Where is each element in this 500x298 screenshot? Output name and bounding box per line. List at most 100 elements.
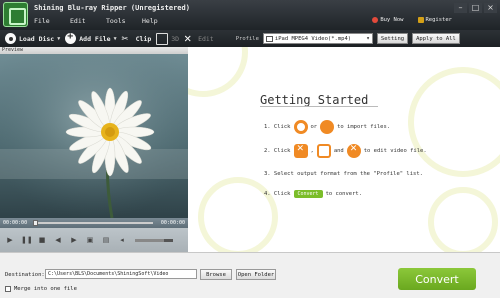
minimize-button[interactable]: – bbox=[454, 3, 467, 13]
merge-option[interactable]: Merge into one file bbox=[5, 286, 77, 292]
step-4-prefix: 4. Click bbox=[264, 191, 291, 197]
cart-icon bbox=[372, 17, 379, 23]
getting-started-title: Getting Started bbox=[260, 93, 369, 107]
menu-edit[interactable]: Edit bbox=[70, 17, 106, 25]
seek-handle[interactable] bbox=[33, 220, 38, 226]
step-3-text: 3. Select output format from the "Profil… bbox=[264, 171, 423, 177]
decorative-circle bbox=[408, 67, 500, 177]
app-logo-icon bbox=[3, 2, 28, 27]
clip-icon[interactable] bbox=[293, 144, 308, 158]
browse-button[interactable]: Browse bbox=[200, 269, 232, 280]
step-3: 3. Select output format from the "Profil… bbox=[264, 171, 423, 177]
edit-button[interactable]: ✕ Edit bbox=[184, 31, 214, 47]
step-2-prefix: 2. Click bbox=[264, 148, 291, 154]
menu-bar: File Edit Tools Help bbox=[34, 17, 178, 25]
folder-icon[interactable]: ▤ bbox=[101, 236, 111, 244]
3d-button[interactable]: 3D bbox=[156, 31, 179, 47]
clip-label: Clip bbox=[135, 34, 152, 43]
divider bbox=[260, 106, 378, 107]
step-2-sep: , bbox=[310, 148, 314, 154]
window-title: Shining Blu-ray Ripper (Unregistered) bbox=[34, 4, 190, 12]
top-links: Buy Now Register bbox=[372, 17, 452, 23]
title-bar: Shining Blu-ray Ripper (Unregistered) Fi… bbox=[0, 0, 500, 30]
current-time: 00:00:00 bbox=[3, 220, 28, 226]
load-disc-icon[interactable] bbox=[293, 120, 308, 134]
step-1-or: or bbox=[310, 124, 318, 130]
cube-icon bbox=[156, 32, 169, 45]
add-file-icon bbox=[65, 31, 77, 44]
decorative-circle bbox=[428, 187, 498, 252]
convert-chip[interactable]: Convert bbox=[293, 190, 323, 198]
toolbar: Load Disc ▼ Add File ▼ ✂ Clip 3D ✕ Edit … bbox=[0, 30, 500, 47]
convert-button[interactable]: Convert bbox=[398, 268, 476, 290]
add-file-button[interactable]: Add File ▼ bbox=[65, 31, 117, 47]
volume-fill bbox=[135, 238, 164, 242]
step-2: 2. Click , and to edit video file. bbox=[264, 144, 427, 158]
disc-icon bbox=[5, 33, 16, 44]
edit-icon[interactable] bbox=[346, 144, 361, 158]
scissors-icon: ✂ bbox=[121, 32, 129, 45]
apply-to-all-button[interactable]: Apply to All bbox=[412, 33, 460, 44]
wrench-icon: ✕ bbox=[184, 31, 192, 45]
step-back-icon[interactable]: ◀ bbox=[53, 236, 63, 244]
buy-now-link[interactable]: Buy Now bbox=[372, 17, 404, 23]
step-2-and: and bbox=[333, 148, 344, 154]
step-4-suffix: to convert. bbox=[325, 191, 363, 197]
profile-label: Profile bbox=[235, 35, 259, 42]
volume-slider[interactable] bbox=[135, 238, 173, 242]
daisy-image bbox=[0, 54, 188, 219]
chevron-down-icon: ▾ bbox=[366, 35, 370, 42]
buy-now-label: Buy Now bbox=[380, 17, 404, 23]
decorative-circle bbox=[188, 47, 248, 97]
maximize-button[interactable]: □ bbox=[469, 3, 482, 13]
destination-input[interactable]: C:\Users\BLS\Documents\ShiningSoft\Video bbox=[45, 269, 197, 279]
playback-controls: ▶ ❚❚ ■ ◀ ▶ ▣ ▤ ◂ bbox=[0, 228, 188, 252]
pause-icon[interactable]: ❚❚ bbox=[21, 236, 33, 244]
load-disc-label: Load Disc bbox=[19, 34, 55, 43]
merge-label: Merge into one file bbox=[14, 286, 77, 292]
snapshot-icon[interactable]: ▣ bbox=[85, 236, 95, 244]
seek-bar[interactable] bbox=[33, 222, 153, 224]
step-1-prefix: 1. Click bbox=[264, 124, 291, 130]
step-forward-icon[interactable]: ▶ bbox=[69, 236, 79, 244]
step-1: 1. Click or to import files. bbox=[264, 120, 390, 134]
bottom-bar: Destination: C:\Users\BLS\Documents\Shin… bbox=[0, 252, 500, 298]
step-2-suffix: to edit video file. bbox=[363, 148, 427, 154]
close-button[interactable]: × bbox=[484, 3, 497, 13]
edit-label: Edit bbox=[198, 34, 214, 43]
destination-label: Destination: bbox=[5, 272, 45, 278]
3d-label: 3D bbox=[171, 34, 180, 43]
clip-button[interactable]: ✂ Clip bbox=[122, 31, 152, 47]
volume-icon[interactable]: ◂ bbox=[117, 236, 127, 244]
window-controls: – □ × bbox=[454, 3, 497, 13]
preview-header: Preview bbox=[0, 47, 188, 54]
menu-file[interactable]: File bbox=[34, 17, 70, 25]
profile-select[interactable]: iPad MPEG4 Video(*.mp4) ▾ bbox=[262, 33, 373, 44]
stop-icon[interactable]: ■ bbox=[37, 236, 47, 244]
menu-tools[interactable]: Tools bbox=[106, 17, 142, 25]
decorative-circle bbox=[198, 177, 278, 252]
setting-button[interactable]: Setting bbox=[376, 33, 409, 44]
chevron-down-icon[interactable]: ▼ bbox=[57, 36, 60, 42]
step-1-suffix: to import files. bbox=[337, 124, 391, 130]
add-file-icon[interactable] bbox=[320, 120, 335, 134]
time-row: 00:00:00 00:00:00 bbox=[0, 218, 188, 228]
menu-help[interactable]: Help bbox=[142, 17, 178, 25]
chevron-down-icon[interactable]: ▼ bbox=[114, 36, 117, 42]
merge-checkbox[interactable] bbox=[5, 286, 11, 292]
load-disc-button[interactable]: Load Disc ▼ bbox=[5, 31, 60, 47]
step-4: 4. Click Convert to convert. bbox=[264, 190, 362, 198]
profile-value: iPad MPEG4 Video(*.mp4) bbox=[274, 35, 352, 42]
add-file-label: Add File bbox=[79, 34, 111, 43]
register-link[interactable]: Register bbox=[417, 17, 453, 23]
register-label: Register bbox=[425, 17, 453, 23]
play-icon[interactable]: ▶ bbox=[5, 236, 15, 244]
video-preview: 00:00:00 00:00:00 ▶ ❚❚ ■ ◀ ▶ ▣ ▤ ◂ bbox=[0, 54, 188, 252]
device-icon bbox=[265, 35, 273, 42]
preview-panel: Preview 00:00:00 00:00:00 ▶ ❚❚ ■ ◀ ▶ ▣ ▤… bbox=[0, 47, 188, 252]
open-folder-button[interactable]: Open Folder bbox=[236, 269, 276, 280]
getting-started-panel: Getting Started 1. Click or to import fi… bbox=[188, 47, 500, 252]
key-icon bbox=[417, 17, 424, 23]
total-time: 00:00:00 bbox=[160, 220, 185, 226]
3d-icon[interactable] bbox=[316, 144, 331, 158]
